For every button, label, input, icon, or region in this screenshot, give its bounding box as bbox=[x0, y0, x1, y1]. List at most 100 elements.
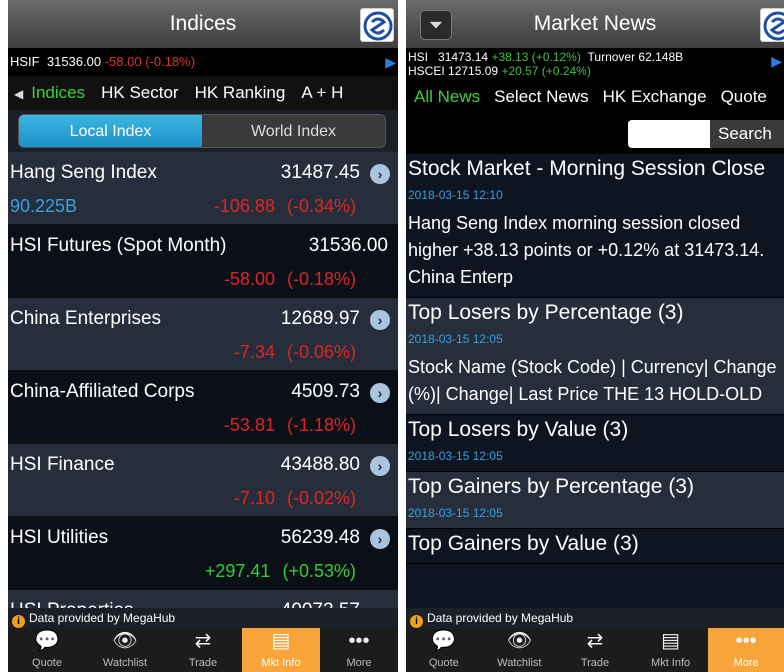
eye-icon: 👁 bbox=[112, 630, 138, 652]
tab-more[interactable]: ••• More bbox=[320, 628, 398, 672]
ticker-code: HSIF bbox=[10, 54, 40, 69]
news-date: 2018-03-15 12:05 bbox=[408, 449, 503, 463]
news-title: Stock Market - Morning Session Close bbox=[408, 157, 766, 180]
news-title: Top Gainers by Value (3) bbox=[408, 532, 639, 555]
title-bar: ⏷ Market News bbox=[406, 0, 784, 48]
index-name: HSI Futures (Spot Month) bbox=[10, 235, 227, 256]
index-ticker[interactable]: HSIF 31536.00 -58.00 (-0.18%) ▶ bbox=[8, 48, 398, 76]
chevron-right-icon[interactable]: › bbox=[370, 383, 390, 403]
index-row-china-affiliated[interactable]: China-Affiliated Corps 4509.73 › -53.81(… bbox=[8, 371, 398, 444]
data-provider-notice: i Data provided by MegaHub bbox=[8, 608, 398, 628]
news-item[interactable]: Top Losers by Percentage (3) 2018-03-15 … bbox=[406, 298, 784, 415]
chat-quote-icon: 💬 bbox=[431, 630, 457, 652]
index-nav-tabs: ◀ Indices HK Sector HK Ranking A + H bbox=[8, 76, 398, 110]
news-item[interactable]: Top Gainers by Percentage (3) 2018-03-15… bbox=[406, 472, 784, 529]
nav-left-arrow-icon[interactable]: ◀ bbox=[14, 87, 23, 101]
index-value: 56239.48 bbox=[280, 527, 360, 548]
page-title: Market News bbox=[533, 12, 657, 35]
index-name: HSI Finance bbox=[10, 454, 115, 475]
index-row-hsi-futures[interactable]: HSI Futures (Spot Month) 31536.00 -58.00… bbox=[8, 225, 398, 298]
tab-hk-ranking[interactable]: HK Ranking bbox=[195, 83, 286, 102]
ticker-change: -58.00 (-0.18%) bbox=[104, 54, 196, 69]
index-change: -7.34 (-0.06%) bbox=[233, 342, 356, 362]
tab-indices[interactable]: Indices bbox=[31, 83, 85, 102]
info-icon: i bbox=[12, 615, 25, 628]
index-row-hang-seng[interactable]: Hang Seng Index 31487.45 › 90.225B -106.… bbox=[8, 152, 398, 225]
brand-logo-icon bbox=[360, 8, 394, 42]
index-value: 31536.00 bbox=[308, 235, 388, 256]
index-name: China-Affiliated Corps bbox=[10, 381, 195, 402]
index-turnover: 90.225B bbox=[10, 196, 78, 216]
tab-mkt-info[interactable]: ▤ Mkt Info bbox=[633, 628, 709, 672]
tab-more[interactable]: ••• More bbox=[708, 628, 784, 672]
news-search-input[interactable] bbox=[628, 120, 710, 148]
news-item[interactable]: Stock Market - Morning Session Close 201… bbox=[406, 154, 784, 298]
tab-quote[interactable]: Quote bbox=[721, 87, 767, 106]
index-segmented-control: Local Index World Index bbox=[18, 114, 386, 148]
index-segment-wrapper: Local Index World Index bbox=[8, 110, 398, 152]
ticker-play-icon[interactable]: ▶ bbox=[771, 54, 782, 68]
page-title: Indices bbox=[169, 12, 237, 35]
chevron-right-icon[interactable]: › bbox=[370, 529, 390, 549]
tab-select-news[interactable]: Select News bbox=[494, 87, 588, 106]
index-row-hsi-utilities[interactable]: HSI Utilities 56239.48 › +297.41 (+0.53%) bbox=[8, 517, 398, 590]
chevron-right-icon[interactable]: › bbox=[370, 164, 390, 184]
tab-hk-sector[interactable]: HK Sector bbox=[101, 83, 178, 102]
filter-icon[interactable]: ⏷ bbox=[420, 10, 452, 40]
tab-trade[interactable]: ⇄ Trade bbox=[164, 628, 242, 672]
search-button[interactable]: Search bbox=[710, 120, 784, 148]
shuffle-icon: ⇄ bbox=[194, 630, 212, 652]
data-provider-notice: i Data provided by MegaHub bbox=[406, 608, 784, 628]
index-row-hsi-finance[interactable]: HSI Finance 43488.80 › -7.10 (-0.02%) bbox=[8, 444, 398, 517]
tab-quote[interactable]: 💬 Quote bbox=[8, 628, 86, 672]
info-icon: i bbox=[410, 615, 423, 628]
news-search-bar: Search bbox=[406, 114, 784, 154]
news-summary: Hang Seng Index morning session closed h… bbox=[408, 213, 765, 287]
news-summary: Stock Name (Stock Code) | Currency| Chan… bbox=[408, 357, 777, 404]
index-value: 4509.73 bbox=[291, 381, 360, 402]
index-value: 43488.80 bbox=[280, 454, 360, 475]
index-name: Hang Seng Index bbox=[10, 162, 157, 183]
news-title: Top Gainers by Percentage (3) bbox=[408, 475, 694, 498]
newspaper-icon: ▤ bbox=[271, 630, 291, 652]
more-dots-icon: ••• bbox=[735, 630, 757, 652]
news-date: 2018-03-15 12:05 bbox=[408, 506, 503, 520]
market-news-screen: ⏷ Market News HSI 31473.14 +38.13 (+0.12… bbox=[406, 0, 784, 672]
index-row-china-enterprises[interactable]: China Enterprises 12689.97 › -7.34 (-0.06… bbox=[8, 298, 398, 371]
ticker-play-icon[interactable]: ▶ bbox=[385, 48, 396, 76]
tab-watchlist[interactable]: 👁 Watchlist bbox=[86, 628, 164, 672]
chat-quote-icon: 💬 bbox=[34, 630, 60, 652]
tab-hk-exchange[interactable]: HK Exchange bbox=[603, 87, 707, 106]
news-date: 2018-03-15 12:10 bbox=[408, 188, 503, 202]
tab-trade[interactable]: ⇄ Trade bbox=[557, 628, 633, 672]
index-list: Hang Seng Index 31487.45 › 90.225B -106.… bbox=[8, 152, 398, 630]
index-name: HSI Utilities bbox=[10, 527, 109, 548]
chevron-right-icon[interactable]: › bbox=[370, 310, 390, 330]
segment-local-index[interactable]: Local Index bbox=[19, 115, 202, 147]
segment-world-index[interactable]: World Index bbox=[202, 115, 385, 147]
brand-logo-icon bbox=[760, 8, 784, 42]
index-change: -106.88 (-0.34%) bbox=[213, 196, 356, 216]
ticker-price: 31536.00 bbox=[46, 54, 102, 69]
news-list: Stock Market - Morning Session Close 201… bbox=[406, 154, 784, 564]
index-change: -53.81 (-1.18%) bbox=[223, 415, 356, 435]
news-date: 2018-03-15 12:05 bbox=[408, 332, 503, 346]
tab-watchlist[interactable]: 👁 Watchlist bbox=[482, 628, 558, 672]
news-category-tabs: All News Select News HK Exchange Quote bbox=[406, 80, 784, 114]
index-change: -7.10 (-0.02%) bbox=[233, 488, 356, 508]
tab-mkt-info[interactable]: ▤ Mkt Info bbox=[242, 628, 320, 672]
more-dots-icon: ••• bbox=[348, 630, 370, 652]
bottom-tab-bar: 💬 Quote 👁 Watchlist ⇄ Trade ▤ Mkt Info ••• Mo… bbox=[8, 628, 398, 672]
tab-quote[interactable]: 💬 Quote bbox=[406, 628, 482, 672]
title-bar: Indices bbox=[8, 0, 398, 48]
index-ticker[interactable]: HSI 31473.14 +38.13 (+0.12%) Turnover 62… bbox=[406, 48, 784, 80]
indices-screen: Indices HSIF 31536.00 -58.00 (-0.18%) ▶ … bbox=[8, 0, 398, 672]
tab-a-h[interactable]: A + H bbox=[301, 83, 343, 102]
tab-all-news[interactable]: All News bbox=[414, 87, 480, 106]
news-item[interactable]: Top Losers by Value (3) 2018-03-15 12:05 bbox=[406, 415, 784, 472]
chevron-right-icon[interactable]: › bbox=[370, 456, 390, 476]
index-change: +297.41 (+0.53%) bbox=[204, 561, 356, 581]
news-item[interactable]: Top Gainers by Value (3) bbox=[406, 529, 784, 564]
bottom-tab-bar: 💬 Quote 👁 Watchlist ⇄ Trade ▤ Mkt Info ••• Mo… bbox=[406, 628, 784, 672]
news-title: Top Losers by Percentage (3) bbox=[408, 301, 684, 324]
